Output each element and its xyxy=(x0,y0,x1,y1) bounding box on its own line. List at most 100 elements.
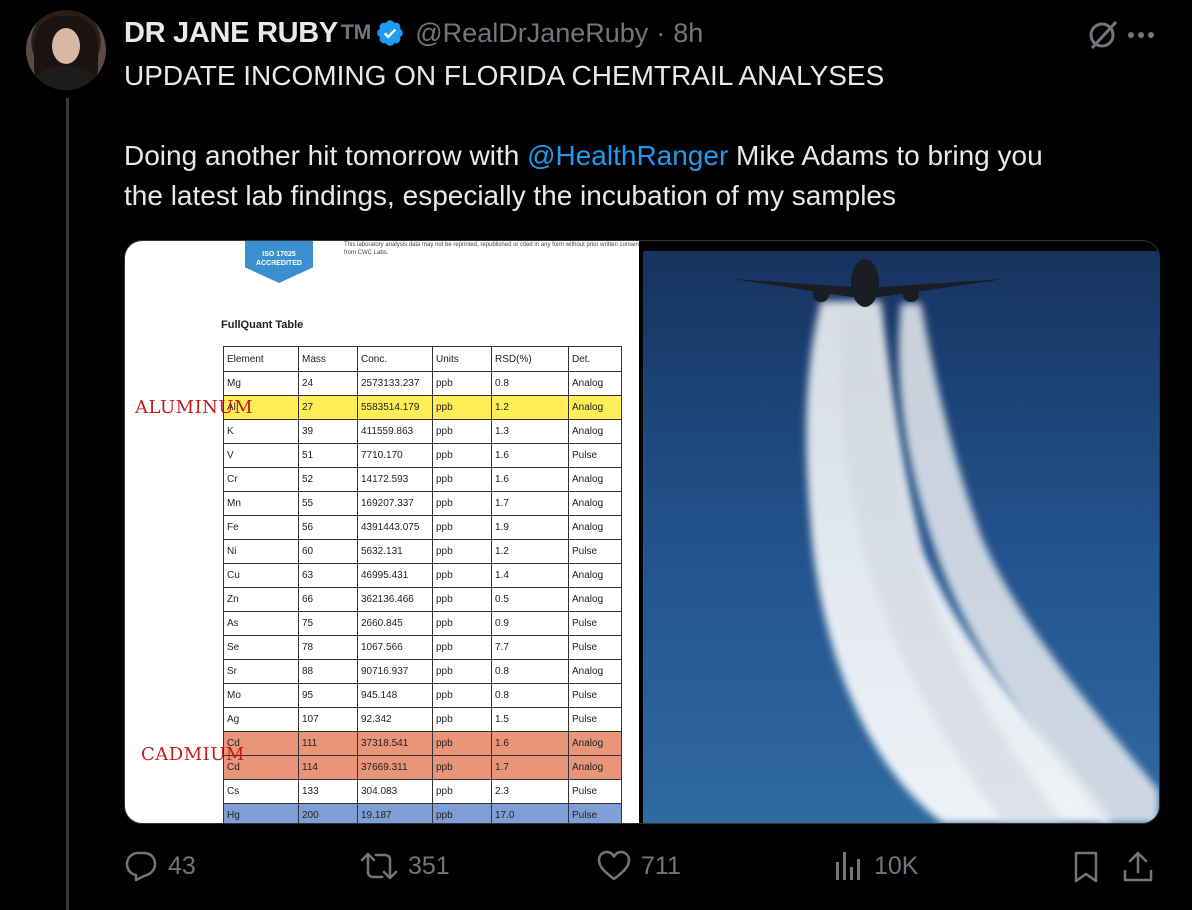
timestamp[interactable]: 8h xyxy=(673,18,703,49)
table-cell: 51 xyxy=(298,443,358,468)
bookmark-icon xyxy=(1074,851,1098,883)
table-cell: 90716.937 xyxy=(357,659,433,684)
table-cell: Ni xyxy=(223,539,299,564)
reply-button[interactable]: 43 xyxy=(124,850,196,882)
table-cell: Analog xyxy=(568,395,622,420)
retweet-button[interactable]: 351 xyxy=(360,850,450,882)
table-cell: Mn xyxy=(223,491,299,516)
table-cell: Analog xyxy=(568,515,622,540)
iso-badge: ISO 17025 ACCREDITED xyxy=(245,241,313,283)
verified-badge-icon[interactable] xyxy=(375,18,405,48)
iso-badge-label: ACCREDITED xyxy=(256,260,302,267)
avatar[interactable] xyxy=(26,10,106,90)
column-header: RSD(%) xyxy=(491,346,569,372)
table-cell: ppb xyxy=(432,707,492,732)
table-cell: 1.2 xyxy=(491,395,569,420)
chemtrail-photo[interactable] xyxy=(643,251,1159,823)
column-header: Units xyxy=(432,346,492,372)
table-cell: 92.342 xyxy=(357,707,433,732)
views-button[interactable]: 10K xyxy=(834,850,918,882)
table-row: Se 78 1067.566 ppb 7.7 Pulse xyxy=(223,635,622,660)
table-cell: Mo xyxy=(223,683,299,708)
tweet-top-actions xyxy=(1086,18,1156,52)
tweet-text-line-1: UPDATE INCOMING ON FLORIDA CHEMTRAIL ANA… xyxy=(124,60,885,91)
table-cell: ppb xyxy=(432,491,492,516)
table-cell: 1.7 xyxy=(491,491,569,516)
table-title: FullQuant Table xyxy=(221,319,304,331)
views-icon xyxy=(836,852,860,880)
table-cell: 200 xyxy=(298,803,358,823)
table-cell: 95 xyxy=(298,683,358,708)
table-cell: 66 xyxy=(298,587,358,612)
table-cell: 78 xyxy=(298,635,358,660)
table-cell: ppb xyxy=(432,467,492,492)
table-cell: 55 xyxy=(298,491,358,516)
table-cell: 0.5 xyxy=(491,587,569,612)
column-header: Mass xyxy=(298,346,358,372)
table-cell: Mg xyxy=(223,371,299,396)
table-cell: 52 xyxy=(298,467,358,492)
share-icon xyxy=(1123,851,1153,882)
table-cell: 39 xyxy=(298,419,358,444)
grok-icon[interactable] xyxy=(1086,18,1122,52)
table-cell: 88 xyxy=(298,659,358,684)
table-cell: Analog xyxy=(568,587,622,612)
table-cell: ppb xyxy=(432,587,492,612)
table-cell: ppb xyxy=(432,803,492,823)
table-cell: Analog xyxy=(568,419,622,444)
lab-report-image[interactable]: ISO 17025 ACCREDITED This laboratory ana… xyxy=(125,241,639,823)
table-row: Ni 60 5632.131 ppb 1.2 Pulse xyxy=(223,539,622,564)
table-row: Hg 200 19.187 ppb 17.0 Pulse xyxy=(223,803,622,823)
table-cell: 27 xyxy=(298,395,358,420)
table-cell: Analog xyxy=(568,371,622,396)
table-cell: ppb xyxy=(432,419,492,444)
table-cell: 107 xyxy=(298,707,358,732)
table-cell: ppb xyxy=(432,395,492,420)
table-row: Cd 114 37669.311 ppb 1.7 Analog xyxy=(223,755,622,780)
annotation-cadmium: CADMIUM xyxy=(141,744,245,765)
user-handle[interactable]: @RealDrJaneRuby xyxy=(415,18,648,49)
table-row: Cu 63 46995.431 ppb 1.4 Analog xyxy=(223,563,622,588)
column-header: Conc. xyxy=(357,346,433,372)
like-button[interactable]: 711 xyxy=(597,850,681,882)
table-cell: 1.6 xyxy=(491,731,569,756)
table-cell: 0.9 xyxy=(491,611,569,636)
table-cell: 1.4 xyxy=(491,563,569,588)
table-row: Zn 66 362136.466 ppb 0.5 Analog xyxy=(223,587,622,612)
more-icon[interactable] xyxy=(1126,18,1156,52)
table-cell: V xyxy=(223,443,299,468)
table-cell: Pulse xyxy=(568,779,622,804)
table-cell: Se xyxy=(223,635,299,660)
table-cell: 7.7 xyxy=(491,635,569,660)
table-cell: 46995.431 xyxy=(357,563,433,588)
table-cell: Analog xyxy=(568,467,622,492)
table-row: Ag 107 92.342 ppb 1.5 Pulse xyxy=(223,707,622,732)
table-cell: 114 xyxy=(298,755,358,780)
table-cell: Analog xyxy=(568,659,622,684)
table-cell: ppb xyxy=(432,659,492,684)
media-grid[interactable]: ISO 17025 ACCREDITED This laboratory ana… xyxy=(124,240,1160,824)
table-cell: ppb xyxy=(432,515,492,540)
table-cell: ppb xyxy=(432,779,492,804)
table-row: Fe 56 4391443.075 ppb 1.9 Analog xyxy=(223,515,622,540)
retweet-icon xyxy=(360,852,398,880)
display-name[interactable]: DR JANE RUBY xyxy=(124,17,338,50)
table-cell: Analog xyxy=(568,563,622,588)
separator-dot: · xyxy=(656,17,666,48)
fullquant-table: Element Mass Conc. Units RSD(%) Det. Mg 2… xyxy=(223,346,622,823)
reply-icon xyxy=(125,851,157,882)
table-cell: 14172.593 xyxy=(357,467,433,492)
table-cell: 37669.311 xyxy=(357,755,433,780)
share-button[interactable] xyxy=(1122,850,1154,884)
table-cell: Pulse xyxy=(568,707,622,732)
table-cell: K xyxy=(223,419,299,444)
table-cell: Zn xyxy=(223,587,299,612)
table-cell: 5583514.179 xyxy=(357,395,433,420)
table-cell: 169207.337 xyxy=(357,491,433,516)
mention-link[interactable]: @HealthRanger xyxy=(527,140,728,171)
table-cell: 304.083 xyxy=(357,779,433,804)
table-cell: 1.2 xyxy=(491,539,569,564)
bookmark-button[interactable] xyxy=(1072,850,1100,884)
table-cell: Cu xyxy=(223,563,299,588)
table-cell: 5632.131 xyxy=(357,539,433,564)
